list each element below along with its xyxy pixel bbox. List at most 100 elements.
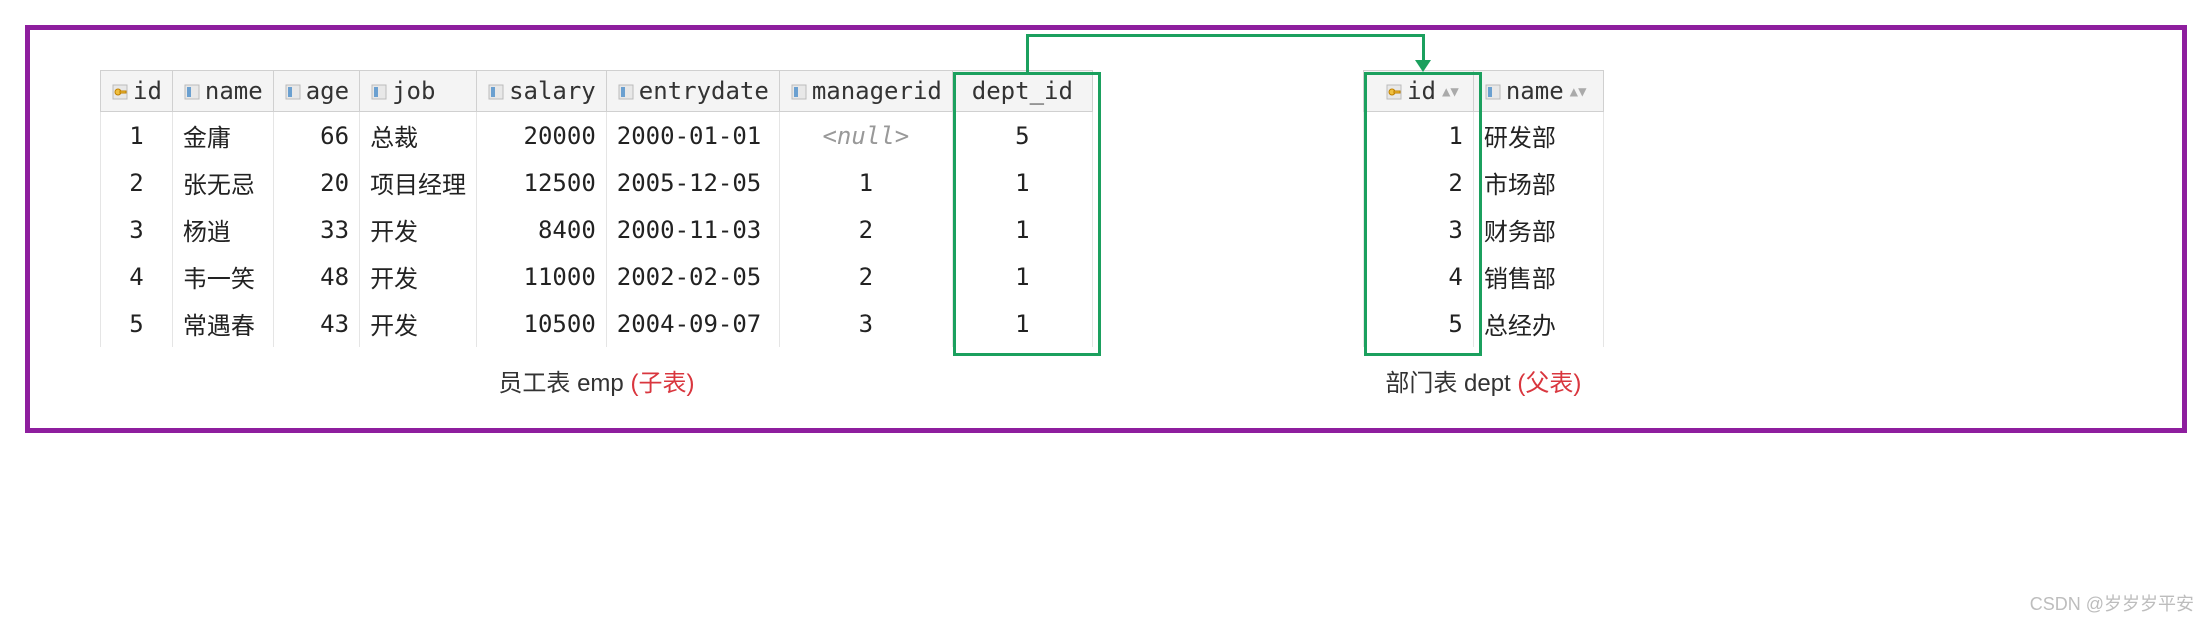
- table-row: 3杨逍33开发84002000-11-0321: [101, 206, 1093, 253]
- emp-col-name: name: [172, 71, 273, 112]
- cell-managerid: 3: [779, 300, 952, 347]
- col-label: age: [306, 77, 349, 105]
- column-icon: [284, 83, 302, 101]
- col-label: managerid: [812, 77, 942, 105]
- cell-name: 杨逍: [172, 206, 273, 253]
- table-row: 3财务部: [1363, 206, 1603, 253]
- dept-caption: 部门表 dept (父表): [1385, 363, 1581, 398]
- cell-id: 4: [1363, 253, 1473, 300]
- cell-id: 2: [101, 159, 173, 206]
- emp-col-managerid: managerid: [779, 71, 952, 112]
- fk-connector: [1026, 34, 1029, 72]
- watermark: CSDN @岁岁岁平安: [2030, 590, 2194, 616]
- cell-salary: 20000: [477, 112, 607, 160]
- cell-managerid: <null>: [779, 112, 952, 160]
- table-row: 2市场部: [1363, 159, 1603, 206]
- table-row: 5常遇春43开发105002004-09-0731: [101, 300, 1093, 347]
- col-label: name: [205, 77, 263, 105]
- cell-dept_id: 1: [952, 159, 1092, 206]
- cell-dept_id: 5: [952, 112, 1092, 160]
- cell-name: 韦一笑: [172, 253, 273, 300]
- cell-id: 5: [101, 300, 173, 347]
- cell-id: 4: [101, 253, 173, 300]
- column-icon: [487, 83, 505, 101]
- caption-text: 员工表 emp: [498, 370, 630, 397]
- cell-entrydate: 2005-12-05: [606, 159, 779, 206]
- cell-id: 1: [1363, 112, 1473, 160]
- emp-col-id: id: [101, 71, 173, 112]
- column-icon: [790, 83, 808, 101]
- dept-table: id ▲▼ name ▲▼ 1研发部2市场部3财务部4销售部5总经办: [1363, 70, 1604, 347]
- cell-id: 1: [101, 112, 173, 160]
- column-icon: [370, 83, 388, 101]
- dept-col-id: id ▲▼: [1363, 71, 1473, 112]
- cell-managerid: 1: [779, 159, 952, 206]
- sort-icon: ▲▼: [1570, 84, 1587, 100]
- emp-table-block: id name age job salary entrydate manager…: [100, 70, 1093, 398]
- emp-col-age: age: [273, 71, 359, 112]
- emp-col-salary: salary: [477, 71, 607, 112]
- dept-col-name: name ▲▼: [1473, 71, 1603, 112]
- cell-managerid: 2: [779, 206, 952, 253]
- cell-age: 48: [273, 253, 359, 300]
- emp-col-job: job: [360, 71, 477, 112]
- cell-age: 43: [273, 300, 359, 347]
- col-label: salary: [509, 77, 596, 105]
- table-row: 1金庸66总裁200002000-01-01<null>5: [101, 112, 1093, 160]
- cell-entrydate: 2004-09-07: [606, 300, 779, 347]
- cell-name: 常遇春: [172, 300, 273, 347]
- cell-name: 金庸: [172, 112, 273, 160]
- col-label: dept_id: [972, 77, 1073, 105]
- fk-connector: [1422, 34, 1425, 62]
- col-label: job: [392, 77, 435, 105]
- cell-job: 总裁: [360, 112, 477, 160]
- primary-key-icon: [111, 83, 129, 101]
- primary-key-icon: [1385, 83, 1403, 101]
- table-row: 2张无忌20项目经理125002005-12-0511: [101, 159, 1093, 206]
- cell-name: 研发部: [1473, 112, 1603, 160]
- caption-suffix: (父表): [1517, 370, 1581, 397]
- cell-age: 20: [273, 159, 359, 206]
- column-icon: [1484, 83, 1502, 101]
- cell-name: 张无忌: [172, 159, 273, 206]
- cell-dept_id: 1: [952, 300, 1092, 347]
- table-row: 4韦一笑48开发110002002-02-0521: [101, 253, 1093, 300]
- col-label: name: [1506, 77, 1564, 105]
- column-icon: [617, 83, 635, 101]
- emp-col-dept-id: dept_id: [952, 71, 1092, 112]
- emp-col-entrydate: entrydate: [606, 71, 779, 112]
- cell-job: 开发: [360, 253, 477, 300]
- cell-job: 项目经理: [360, 159, 477, 206]
- emp-caption: 员工表 emp (子表): [498, 363, 694, 398]
- caption-suffix: (子表): [630, 370, 694, 397]
- cell-name: 财务部: [1473, 206, 1603, 253]
- cell-id: 3: [1363, 206, 1473, 253]
- cell-dept_id: 1: [952, 253, 1092, 300]
- sort-icon: ▲▼: [1442, 84, 1459, 100]
- cell-id: 2: [1363, 159, 1473, 206]
- cell-entrydate: 2000-11-03: [606, 206, 779, 253]
- cell-managerid: 2: [779, 253, 952, 300]
- table-row: 5总经办: [1363, 300, 1603, 347]
- col-label: id: [133, 77, 162, 105]
- col-label: id: [1407, 77, 1436, 105]
- table-row: 4销售部: [1363, 253, 1603, 300]
- cell-age: 66: [273, 112, 359, 160]
- emp-table: id name age job salary entrydate manager…: [100, 70, 1093, 347]
- cell-name: 市场部: [1473, 159, 1603, 206]
- cell-id: 3: [101, 206, 173, 253]
- fk-connector: [1027, 34, 1423, 37]
- cell-salary: 10500: [477, 300, 607, 347]
- cell-name: 总经办: [1473, 300, 1603, 347]
- cell-id: 5: [1363, 300, 1473, 347]
- fk-arrow-icon: [1415, 60, 1431, 72]
- cell-name: 销售部: [1473, 253, 1603, 300]
- cell-salary: 12500: [477, 159, 607, 206]
- cell-age: 33: [273, 206, 359, 253]
- cell-entrydate: 2000-01-01: [606, 112, 779, 160]
- cell-dept_id: 1: [952, 206, 1092, 253]
- diagram-container: id name age job salary entrydate manager…: [25, 25, 2187, 433]
- cell-entrydate: 2002-02-05: [606, 253, 779, 300]
- caption-text: 部门表 dept: [1385, 370, 1517, 397]
- col-label: entrydate: [639, 77, 769, 105]
